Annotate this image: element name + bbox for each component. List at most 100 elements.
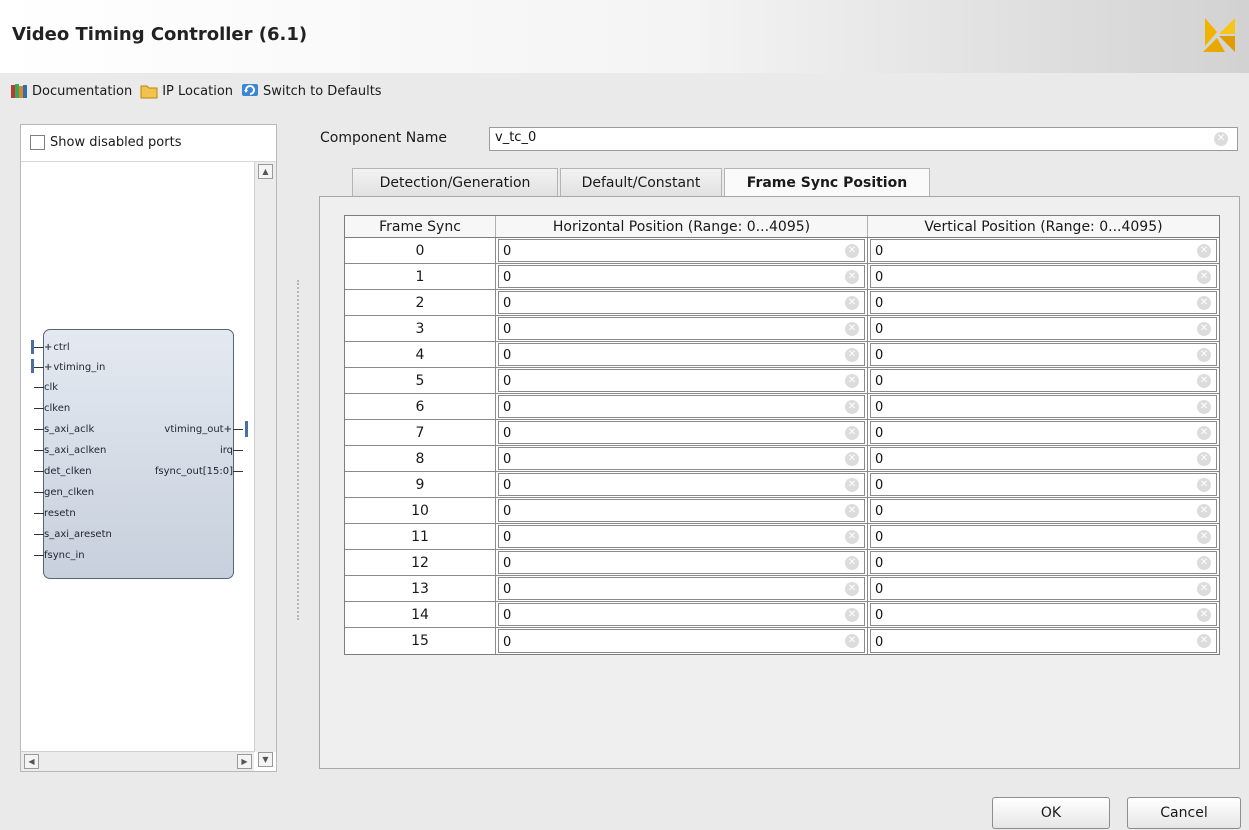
scroll-right-button[interactable]: ▶: [237, 754, 252, 769]
tab-default-constant[interactable]: Default/Constant: [560, 168, 722, 196]
vertical-position-input[interactable]: 0: [870, 473, 1217, 496]
horizontal-position-cell: 0 ✕: [496, 290, 868, 315]
clear-icon[interactable]: ✕: [1214, 132, 1228, 146]
vertical-position-cell: 0 ✕: [868, 368, 1219, 393]
vertical-position-input[interactable]: 0: [870, 577, 1217, 600]
clear-icon[interactable]: ✕: [1197, 478, 1211, 492]
clear-icon[interactable]: ✕: [845, 556, 859, 570]
vertical-position-input[interactable]: 0: [870, 551, 1217, 574]
clear-icon[interactable]: ✕: [1197, 270, 1211, 284]
documentation-button[interactable]: Documentation: [10, 82, 132, 100]
horizontal-position-input[interactable]: 0: [498, 317, 865, 340]
horizontal-scrollbar[interactable]: ◀ ▶: [21, 751, 254, 771]
ok-button[interactable]: OK: [992, 797, 1110, 829]
clear-icon[interactable]: ✕: [1197, 608, 1211, 622]
vertical-position-input[interactable]: 0: [870, 317, 1217, 340]
column-header[interactable]: Vertical Position (Range: 0...4095): [868, 216, 1219, 237]
component-name-input[interactable]: v_tc_0: [489, 127, 1238, 151]
clear-icon[interactable]: ✕: [845, 504, 859, 518]
symbol-panel: Show disabled ports + ctrl + vtiming_in cl…: [20, 124, 277, 772]
vertical-scrollbar[interactable]: ▲ ▼: [254, 162, 276, 767]
column-header[interactable]: Horizontal Position (Range: 0...4095): [496, 216, 868, 237]
clear-icon[interactable]: ✕: [1197, 400, 1211, 414]
clear-icon[interactable]: ✕: [845, 634, 859, 648]
refresh-icon: [242, 84, 259, 96]
scroll-left-button[interactable]: ◀: [24, 754, 39, 769]
vertical-position-input[interactable]: 0: [870, 239, 1217, 262]
clear-icon[interactable]: ✕: [845, 452, 859, 466]
clear-icon[interactable]: ✕: [845, 478, 859, 492]
horizontal-position-input[interactable]: 0: [498, 265, 865, 288]
vertical-position-input[interactable]: 0: [870, 525, 1217, 548]
horizontal-position-input[interactable]: 0: [498, 629, 865, 653]
vertical-position-input[interactable]: 0: [870, 369, 1217, 392]
vertical-position-input[interactable]: 0: [870, 343, 1217, 366]
horizontal-position-input[interactable]: 0: [498, 369, 865, 392]
frame-sync-panel: Frame Sync Horizontal Position (Range: 0…: [319, 196, 1240, 769]
clear-icon[interactable]: ✕: [1197, 556, 1211, 570]
vertical-position-input[interactable]: 0: [870, 603, 1217, 626]
horizontal-position-input[interactable]: 0: [498, 447, 865, 470]
horizontal-position-input[interactable]: 0: [498, 603, 865, 626]
scroll-up-button[interactable]: ▲: [258, 164, 273, 179]
frame-sync-index: 11: [345, 524, 496, 549]
horizontal-position-input[interactable]: 0: [498, 343, 865, 366]
panel-splitter[interactable]: [297, 280, 299, 620]
clear-icon[interactable]: ✕: [845, 296, 859, 310]
table-row: 14 0 ✕ 0 ✕: [345, 602, 1219, 628]
clear-icon[interactable]: ✕: [1197, 634, 1211, 648]
clear-icon[interactable]: ✕: [1197, 296, 1211, 310]
clear-icon[interactable]: ✕: [845, 608, 859, 622]
horizontal-position-input[interactable]: 0: [498, 499, 865, 522]
horizontal-position-input[interactable]: 0: [498, 395, 865, 418]
clear-icon[interactable]: ✕: [845, 530, 859, 544]
vertical-position-input[interactable]: 0: [870, 395, 1217, 418]
clear-icon[interactable]: ✕: [1197, 322, 1211, 336]
clear-icon[interactable]: ✕: [845, 400, 859, 414]
vertical-position-input[interactable]: 0: [870, 291, 1217, 314]
clear-icon[interactable]: ✕: [845, 582, 859, 596]
tab-detection-generation[interactable]: Detection/Generation: [352, 168, 558, 196]
clear-icon[interactable]: ✕: [1197, 348, 1211, 362]
tab-frame-sync-position[interactable]: Frame Sync Position: [724, 168, 930, 197]
column-header[interactable]: Frame Sync: [345, 216, 496, 237]
pin-ctrl: + ctrl: [34, 341, 70, 353]
clear-icon[interactable]: ✕: [845, 374, 859, 388]
clear-icon[interactable]: ✕: [1197, 244, 1211, 258]
horizontal-position-input[interactable]: 0: [498, 525, 865, 548]
clear-icon[interactable]: ✕: [845, 426, 859, 440]
clear-icon[interactable]: ✕: [1197, 504, 1211, 518]
horizontal-position-input[interactable]: 0: [498, 421, 865, 444]
clear-icon[interactable]: ✕: [845, 270, 859, 284]
ip-location-button[interactable]: IP Location: [140, 82, 233, 100]
pin-det-clken: det_clken: [34, 465, 92, 477]
cancel-button[interactable]: Cancel: [1127, 797, 1241, 829]
vertical-position-input[interactable]: 0: [870, 265, 1217, 288]
clear-icon[interactable]: ✕: [1197, 374, 1211, 388]
clear-icon[interactable]: ✕: [1197, 582, 1211, 596]
vertical-position-input[interactable]: 0: [870, 629, 1217, 653]
vertical-position-input[interactable]: 0: [870, 499, 1217, 522]
clear-icon[interactable]: ✕: [1197, 452, 1211, 466]
horizontal-position-input[interactable]: 0: [498, 239, 865, 262]
scroll-down-button[interactable]: ▼: [258, 752, 273, 767]
clear-icon[interactable]: ✕: [845, 348, 859, 362]
horizontal-position-cell: 0 ✕: [496, 498, 868, 523]
vertical-position-input[interactable]: 0: [870, 421, 1217, 444]
horizontal-position-input[interactable]: 0: [498, 577, 865, 600]
show-disabled-ports-checkbox[interactable]: Show disabled ports: [30, 135, 181, 150]
vertical-position-input[interactable]: 0: [870, 447, 1217, 470]
frame-sync-index: 15: [345, 628, 496, 654]
clear-icon[interactable]: ✕: [1197, 426, 1211, 440]
switch-to-defaults-button[interactable]: Switch to Defaults: [241, 82, 382, 100]
horizontal-position-input[interactable]: 0: [498, 473, 865, 496]
vertical-position-cell: 0 ✕: [868, 316, 1219, 341]
checkbox-icon[interactable]: [30, 135, 45, 150]
horizontal-position-cell: 0 ✕: [496, 316, 868, 341]
table-row: 5 0 ✕ 0 ✕: [345, 368, 1219, 394]
clear-icon[interactable]: ✕: [845, 322, 859, 336]
clear-icon[interactable]: ✕: [845, 244, 859, 258]
horizontal-position-input[interactable]: 0: [498, 291, 865, 314]
horizontal-position-input[interactable]: 0: [498, 551, 865, 574]
clear-icon[interactable]: ✕: [1197, 530, 1211, 544]
